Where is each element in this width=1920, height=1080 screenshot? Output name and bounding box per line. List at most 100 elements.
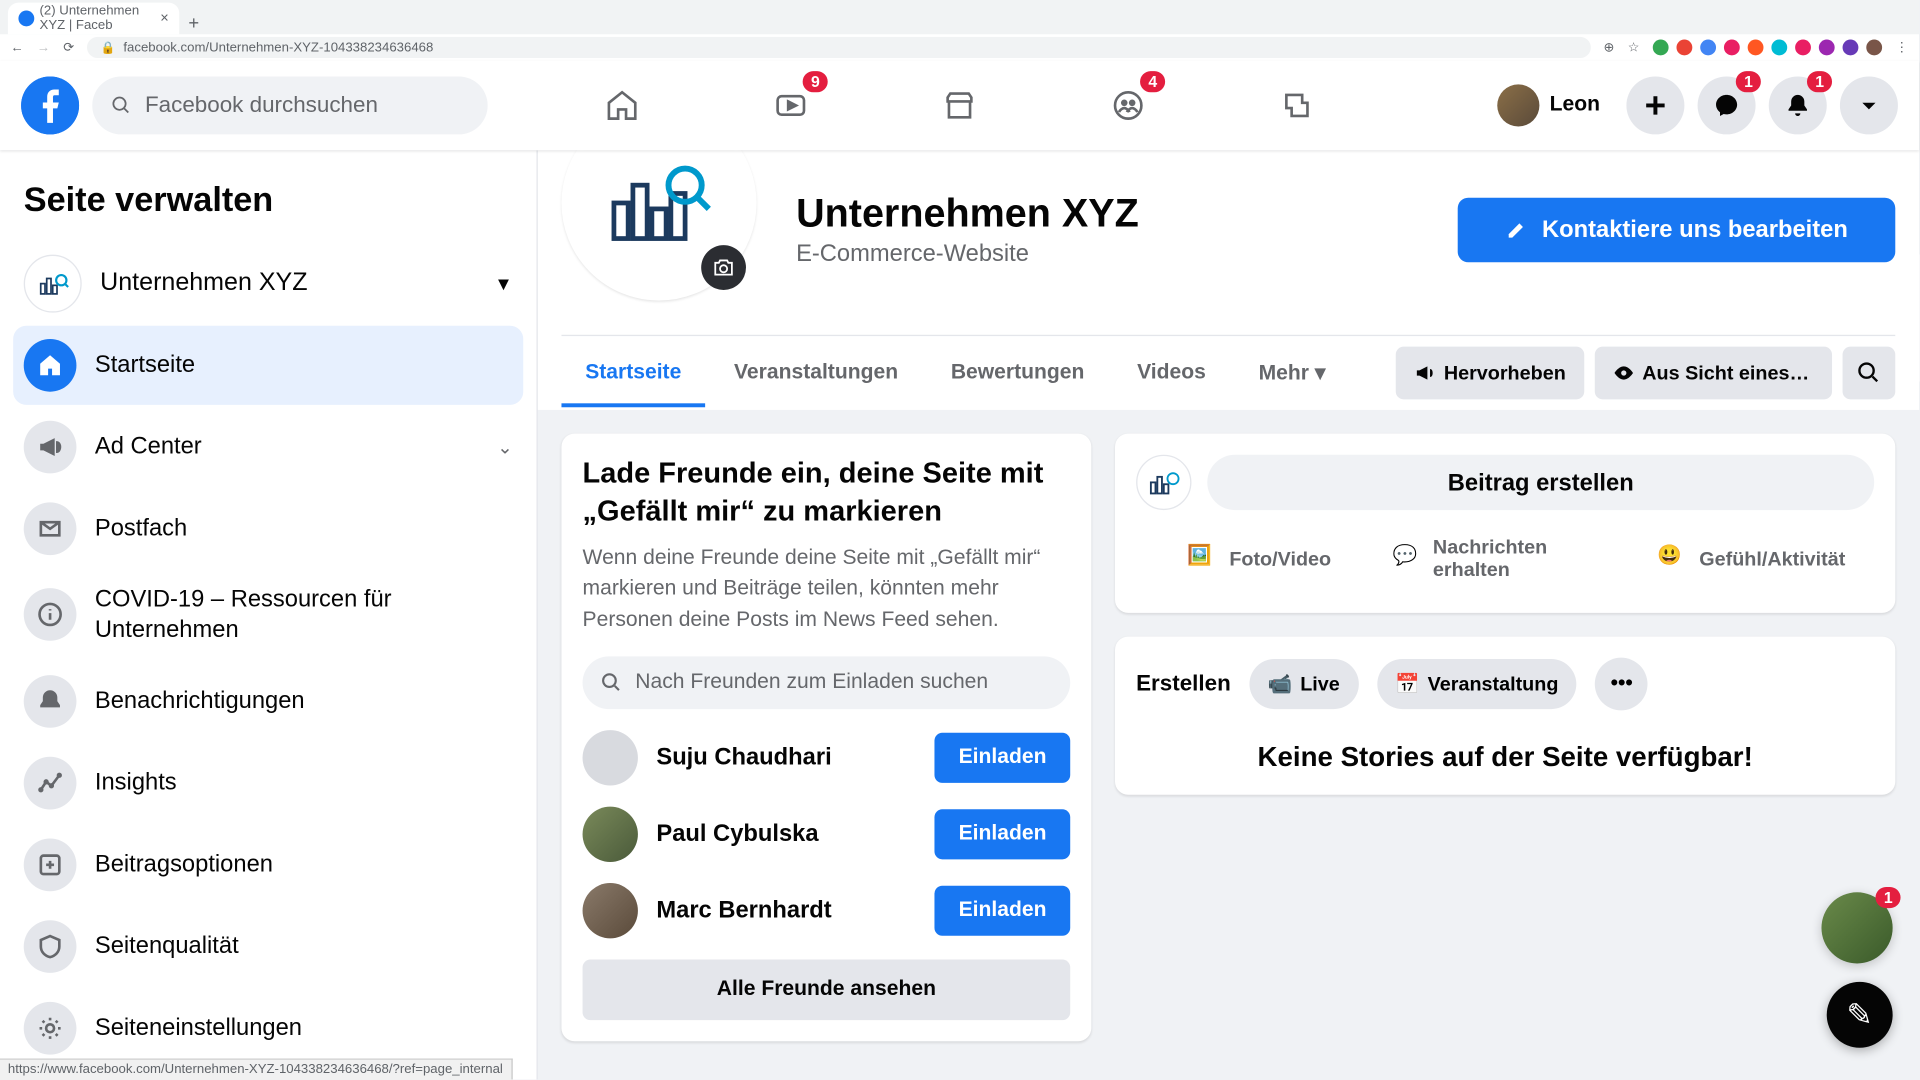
extension-icon[interactable] — [1653, 40, 1669, 56]
live-button[interactable]: 📹Live — [1249, 659, 1358, 709]
more-button[interactable]: ••• — [1595, 658, 1648, 711]
camera-icon — [712, 256, 736, 280]
groups-nav[interactable]: 4 — [1049, 69, 1207, 143]
edit-photo-button[interactable] — [701, 245, 746, 290]
create-post-card: Beitrag erstellen 🖼️ Foto/Video 💬 Nachrich… — [1115, 434, 1895, 613]
compose-opt-label: Gefühl/Aktivität — [1699, 548, 1845, 570]
create-button[interactable] — [1626, 76, 1684, 134]
sidebar-title: Seite verwalten — [13, 169, 523, 244]
all-friends-button[interactable]: Alle Freunde ansehen — [583, 959, 1071, 1020]
extension-icon[interactable] — [1866, 40, 1882, 56]
reload-button[interactable]: ⟳ — [63, 40, 74, 54]
messenger-icon: 💬 — [1393, 543, 1423, 575]
friend-name: Paul Cybulska — [656, 820, 916, 848]
close-icon[interactable]: × — [160, 11, 168, 27]
create-post-input[interactable]: Beitrag erstellen — [1207, 455, 1874, 510]
megaphone-icon — [1415, 362, 1436, 383]
extension-icon[interactable] — [1819, 40, 1835, 56]
url-bar[interactable]: 🔒 facebook.com/Unternehmen-XYZ-104338234… — [88, 37, 1591, 58]
groups-badge: 4 — [1140, 71, 1165, 92]
compose-photo-video[interactable]: 🖼️ Foto/Video — [1136, 526, 1382, 592]
compose-opt-label: Nachrichten erhalten — [1433, 536, 1618, 581]
forward-button[interactable]: → — [37, 40, 50, 54]
event-button[interactable]: 📅Veranstaltung — [1377, 659, 1577, 709]
edit-icon: ✎ — [1846, 996, 1873, 1034]
friend-search-input[interactable]: Nach Freunden zum Einladen suchen — [583, 656, 1071, 709]
facebook-header: Facebook durchsuchen 9 4 Leon 1 1 — [0, 61, 1919, 151]
search-input[interactable]: Facebook durchsuchen — [92, 76, 487, 134]
sidebar-item-benachrichtigungen[interactable]: Benachrichtigungen — [13, 661, 523, 740]
edit-contact-button[interactable]: Kontaktiere uns bearbeiten — [1458, 197, 1896, 262]
back-button[interactable]: ← — [11, 40, 24, 54]
groups-icon — [1110, 87, 1147, 124]
tab-veranstaltungen[interactable]: Veranstaltungen — [710, 340, 922, 406]
sidebar-item-startseite[interactable]: Startseite — [13, 326, 523, 405]
compose-opt-label: Foto/Video — [1229, 548, 1331, 570]
extension-icon[interactable] — [1724, 40, 1740, 56]
tab-mehr[interactable]: Mehr ▾ — [1235, 339, 1349, 408]
account-button[interactable] — [1840, 76, 1898, 134]
messenger-icon — [1713, 92, 1739, 118]
invite-button[interactable]: Einladen — [935, 885, 1070, 935]
tab-bewertungen[interactable]: Bewertungen — [927, 340, 1108, 406]
zoom-icon[interactable]: ⊕ — [1604, 40, 1615, 54]
messenger-button[interactable]: 1 — [1698, 76, 1756, 134]
new-message-button[interactable]: ✎ — [1827, 982, 1893, 1048]
page-tabs: Startseite Veranstaltungen Bewertungen V… — [561, 335, 1895, 410]
invite-button[interactable]: Einladen — [935, 809, 1070, 859]
page-search-button[interactable] — [1843, 347, 1896, 400]
extension-icon[interactable] — [1676, 40, 1692, 56]
sidebar-item-postfach[interactable]: Postfach — [13, 489, 523, 568]
sidebar-item-covid[interactable]: COVID-19 – Ressourcen für Unternehmen — [13, 571, 523, 659]
sidebar-item-beitragsoptionen[interactable]: Beitragsoptionen — [13, 825, 523, 904]
tab-startseite[interactable]: Startseite — [561, 340, 705, 406]
promote-button[interactable]: Hervorheben — [1396, 347, 1584, 400]
extension-icon[interactable] — [1700, 40, 1716, 56]
watch-nav[interactable]: 9 — [712, 69, 870, 143]
page-title: Unternehmen XYZ — [796, 192, 1139, 237]
caret-down-icon: ▼ — [494, 273, 512, 294]
favicon-icon — [18, 11, 34, 27]
compose-messages[interactable]: 💬 Nachrichten erhalten — [1382, 526, 1628, 592]
floating-chat-avatar[interactable]: 1 — [1821, 892, 1892, 963]
notifications-button[interactable]: 1 — [1769, 76, 1827, 134]
profile-chip[interactable]: Leon — [1492, 79, 1614, 132]
page-profile-picture[interactable] — [561, 150, 756, 300]
marketplace-icon — [941, 87, 978, 124]
extension-icon[interactable] — [1748, 40, 1764, 56]
new-tab-button[interactable]: + — [182, 11, 206, 35]
star-icon[interactable]: ☆ — [1628, 40, 1640, 54]
sidebar-item-seiteneinstellungen[interactable]: Seiteneinstellungen — [13, 988, 523, 1067]
extension-icon[interactable] — [1843, 40, 1859, 56]
extension-icon[interactable] — [1771, 40, 1787, 56]
sidebar-item-insights[interactable]: Insights — [13, 743, 523, 822]
menu-button[interactable]: ⋮ — [1895, 40, 1908, 54]
compose-feeling[interactable]: 😃Gefühl/Aktivität — [1628, 526, 1874, 592]
invite-friends-card: Lade Freunde ein, deine Seite mit „Gefäl… — [561, 434, 1091, 1041]
no-stories-text: Keine Stories auf der Seite verfügbar! — [1136, 742, 1874, 774]
sidebar-item-adcenter[interactable]: Ad Center⌄ — [13, 407, 523, 486]
home-icon — [37, 352, 63, 378]
search-placeholder: Nach Freunden zum Einladen suchen — [635, 671, 988, 695]
sidebar-item-seitenqualitaet[interactable]: Seitenqualität — [13, 906, 523, 985]
view-as-button[interactable]: Aus Sicht eines Be... — [1595, 347, 1832, 400]
video-icon: 📹 — [1268, 672, 1293, 696]
facebook-logo-icon[interactable] — [21, 76, 79, 134]
avatar-icon — [583, 730, 638, 785]
sidebar-item-label: Benachrichtigungen — [95, 685, 513, 716]
browser-tab[interactable]: (2) Unternehmen XYZ | Faceb × — [8, 3, 179, 35]
extension-icon[interactable] — [1795, 40, 1811, 56]
sidebar-page-selector[interactable]: Unternehmen XYZ ▼ — [13, 244, 523, 323]
invite-button[interactable]: Einladen — [935, 732, 1070, 782]
sidebar-item-label: Seitenqualität — [95, 931, 513, 962]
button-label: Hervorheben — [1444, 362, 1566, 384]
gaming-nav[interactable] — [1218, 69, 1376, 143]
photo-icon: 🖼️ — [1187, 543, 1219, 575]
friend-name: Suju Chaudhari — [656, 744, 916, 772]
sidebar-item-label: Beitragsoptionen — [95, 849, 513, 880]
tab-videos[interactable]: Videos — [1113, 340, 1229, 406]
page-category: E-Commerce-Website — [796, 239, 1139, 267]
home-nav[interactable] — [543, 69, 701, 143]
url-text: facebook.com/Unternehmen-XYZ-10433823463… — [123, 40, 433, 54]
marketplace-nav[interactable] — [880, 69, 1038, 143]
